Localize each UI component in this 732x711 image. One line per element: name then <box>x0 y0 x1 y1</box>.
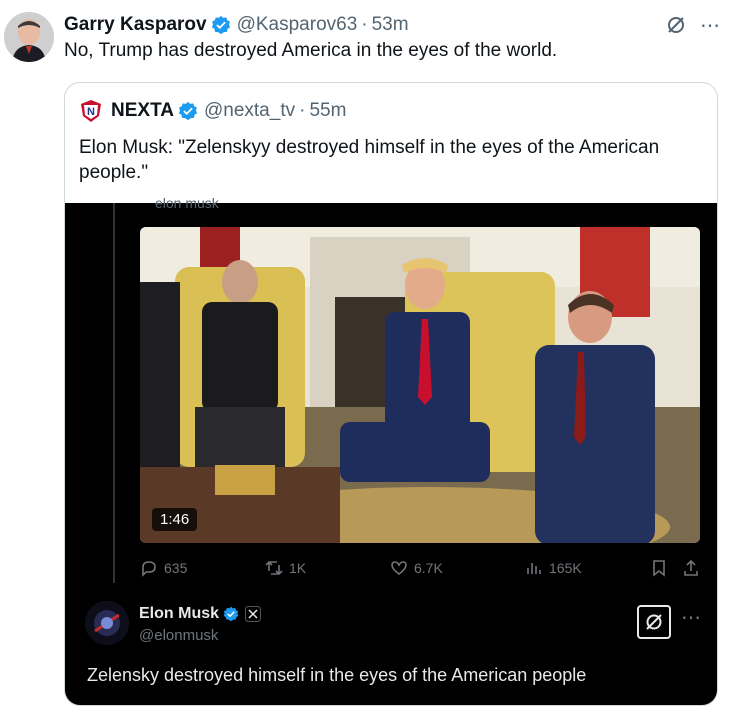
author-handle[interactable]: @Kasparov63 <box>237 14 358 36</box>
tweet-time[interactable]: 53m <box>372 14 409 36</box>
heart-icon <box>391 561 407 575</box>
quote-author-name[interactable]: NEXTA <box>111 100 174 122</box>
view-count: 165K <box>549 560 582 576</box>
like-button[interactable]: 6.7K <box>390 559 525 577</box>
views-button[interactable]: 165K <box>525 559 635 577</box>
separator: · <box>299 100 306 121</box>
reply-text: Zelensky destroyed himself in the eyes o… <box>87 665 587 685</box>
action-bar: 635 1K 6.7K 165K <box>140 559 700 577</box>
separator: · <box>361 14 368 35</box>
reply-author[interactable]: Elon Musk <box>139 605 262 623</box>
partial-text: elon musk <box>155 195 219 211</box>
video-frame-image <box>140 227 700 543</box>
verified-badge-icon <box>223 606 239 622</box>
author-name[interactable]: Garry Kasparov <box>64 14 207 36</box>
kasparov-avatar[interactable] <box>4 12 54 62</box>
reply-count: 635 <box>164 560 188 576</box>
more-icon[interactable]: ⋯ <box>700 13 720 38</box>
quote-handle[interactable]: @nexta_tv <box>204 100 295 122</box>
grok-icon[interactable] <box>637 605 671 639</box>
quote-time[interactable]: 55m <box>309 100 346 122</box>
reply-handle[interactable]: @elonmusk <box>139 627 218 644</box>
embedded-screenshot[interactable]: elon musk 1:46 635 1K 6.7K 165K Elon Mus… <box>65 195 717 705</box>
tweet-header: Garry Kasparov @Kasparov63 · 53m ⋯ <box>64 12 720 38</box>
nexta-avatar[interactable]: N <box>79 99 103 123</box>
repost-count: 1K <box>289 560 307 576</box>
like-count: 6.7K <box>414 560 443 576</box>
thread-line <box>113 203 115 583</box>
reply-button[interactable]: 635 <box>140 559 265 577</box>
repost-icon <box>265 560 283 576</box>
video-duration: 1:46 <box>152 508 198 531</box>
verified-badge-icon <box>211 15 230 35</box>
quoted-tweet[interactable]: N NEXTA @nexta_tv · 55m Elon Musk: "Zele… <box>64 82 718 706</box>
x-affiliate-icon <box>245 606 262 622</box>
svg-text:N: N <box>87 106 95 118</box>
grok-icon[interactable] <box>666 15 686 35</box>
elon-avatar[interactable] <box>85 601 129 645</box>
bookmark-icon[interactable] <box>650 559 668 577</box>
reply-icon <box>142 561 156 577</box>
repost-button[interactable]: 1K <box>265 559 390 577</box>
verified-badge-icon <box>178 101 198 121</box>
share-icon[interactable] <box>682 559 700 577</box>
video-player[interactable]: 1:46 <box>140 227 700 543</box>
reply-author-name: Elon Musk <box>139 605 220 622</box>
quote-text: Elon Musk: "Zelenskyy destroyed himself … <box>79 137 660 183</box>
tweet-text: No, Trump has destroyed America in the e… <box>64 40 558 61</box>
views-icon <box>527 563 541 574</box>
more-icon[interactable]: ⋯ <box>681 605 701 630</box>
